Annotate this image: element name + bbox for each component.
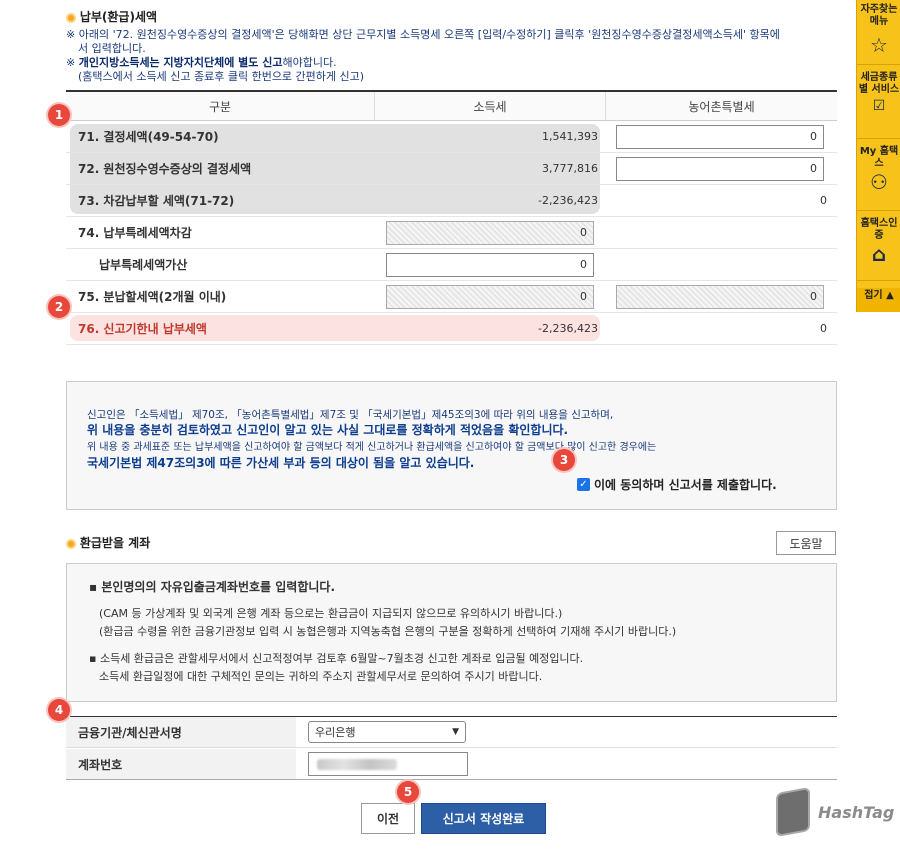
table-row: 75. 분납할세액(2개월 이내) 0 0: [66, 281, 837, 313]
complete-button[interactable]: 신고서 작성완료: [421, 803, 546, 834]
chevron-down-icon: ▼: [452, 727, 459, 737]
step-badge: 2: [48, 296, 70, 318]
bank-cell: 우리은행 ▼: [296, 717, 466, 747]
rural-tax-value: 0: [820, 194, 827, 207]
step-badge: 4: [48, 699, 70, 721]
prev-button[interactable]: 이전: [361, 803, 415, 834]
section-title-refund: 환급받을 계좌: [66, 534, 150, 551]
income-tax-input[interactable]: 0: [386, 252, 594, 277]
income-cell: 0: [374, 217, 606, 248]
declaration-line: 신고인은 「소득세법」 제70조, 「농어촌특별세법」제7조 및 「국세기본법」…: [87, 409, 614, 421]
info-line: 소득세 환급일정에 대한 구체적인 문의는 귀하의 주소지 관할세무서로 문의하…: [99, 670, 543, 683]
rural-tax-value: [606, 249, 837, 280]
account-row: 계좌번호: [66, 749, 837, 780]
person-icon: ⚇: [870, 170, 888, 194]
table-row: 76. 신고기한내 납부세액 -2,236,423 0: [66, 313, 837, 345]
quick-menu-sidebar: 자주찾는 메뉴 ☆ 세금종류별 서비스 ☑ My 홈택스 ⚇ 홈택스인증 ⌂ 접…: [856, 0, 900, 312]
agree-row[interactable]: ✓ 이에 동의하며 신고서를 제출합니다.: [577, 476, 777, 493]
agree-checkbox[interactable]: ✓: [577, 478, 590, 491]
step-badge: 5: [397, 781, 419, 803]
table-row: 73. 차감납부할 세액(71-72) -2,236,423 0: [66, 185, 837, 217]
account-cell: [296, 749, 468, 779]
header-category: 구분: [208, 99, 232, 114]
sidebar-item-my-hometax[interactable]: My 홈택스 ⚇: [857, 146, 900, 194]
help-button[interactable]: 도움말: [776, 531, 836, 555]
declaration-box: 신고인은 「소득세법」 제70조, 「농어촌특별세법」제7조 및 「국세기본법」…: [66, 381, 837, 510]
rural-tax-value: 0: [820, 322, 827, 335]
rural-tax-input-disabled: 0: [616, 284, 824, 309]
info-line: (환급금 수령을 위한 금융기관정보 입력 시 농협은행과 지역농축협 은행의 …: [99, 625, 677, 638]
declaration-line: 국세기본법 제47조의3에 따른 가산세 부과 등의 대상이 됨을 알고 있습니…: [87, 456, 475, 470]
bank-row: 금융기관/체신관서명 우리은행 ▼: [66, 717, 837, 748]
row-label: 71. 결정세액(49-54-70): [78, 130, 219, 144]
declaration-line: 위 내용을 충분히 검토하였고 신고인이 알고 있는 사실 그대로를 정확하게 …: [87, 423, 569, 437]
table-row: 72. 원천징수영수증상의 결정세액 3,777,816 0: [66, 153, 837, 185]
sidebar-item-favorites[interactable]: 자주찾는 메뉴 ☆: [857, 4, 900, 56]
rural-tax-value: [606, 217, 837, 248]
row-label: 납부특례세액가산: [99, 258, 188, 272]
account-label: 계좌번호: [66, 749, 296, 779]
table-row: 납부특례세액가산 0: [66, 249, 837, 281]
notice-line: 서 입력합니다.: [78, 42, 146, 55]
rural-cell: 0: [606, 153, 837, 184]
header-income-tax: 소득세: [374, 92, 606, 120]
bullet-icon: [66, 12, 76, 23]
notice-line: (홈택스에서 소득세 신고 종료후 클릭 한번으로 간편하게 신고): [78, 70, 365, 83]
row-label: 76. 신고기한내 납부세액: [78, 322, 207, 336]
watermark: HashTag: [776, 787, 894, 837]
refund-info-box: ▪ 본인명의의 자유입출금계좌번호를 입력합니다. (CAM 등 가상계좌 및 …: [66, 563, 837, 702]
sidebar-item-tax-services[interactable]: 세금종류별 서비스 ☑: [857, 72, 900, 114]
row-label: 72. 원천징수영수증상의 결정세액: [78, 162, 252, 176]
rural-tax-input[interactable]: 0: [616, 124, 824, 149]
income-tax-value: 1,541,393: [542, 130, 598, 143]
row-label: 73. 차감납부할 세액(71-72): [78, 194, 235, 208]
header-rural-tax: 농어촌특별세: [688, 99, 755, 114]
account-input[interactable]: [308, 752, 468, 776]
house-icon: ⌂: [871, 242, 887, 266]
income-tax-value: -2,236,423: [538, 194, 598, 207]
table-row: 71. 결정세액(49-54-70) 1,541,393 0: [66, 121, 837, 153]
step-badge: 1: [48, 104, 70, 126]
table-row: 74. 납부특례세액차감 0: [66, 217, 837, 249]
row-label: 74. 납부특례세액차감: [78, 226, 192, 240]
bank-label: 금융기관/체신관서명: [66, 717, 296, 747]
income-tax-value: 3,777,816: [542, 162, 598, 175]
info-line: ▪ 소득세 환급금은 관할세무서에서 신고적정여부 검토후 6월말~7월초경 신…: [89, 652, 584, 665]
hashtag-logo-icon: [776, 787, 810, 837]
income-cell: 0: [374, 249, 606, 280]
info-title: ▪ 본인명의의 자유입출금계좌번호를 입력합니다.: [89, 580, 336, 594]
bullet-icon: [66, 538, 76, 549]
income-tax-input-disabled: 0: [386, 284, 594, 309]
agree-label[interactable]: 이에 동의하며 신고서를 제출합니다.: [594, 476, 777, 493]
info-line: (CAM 등 가상계좌 및 외국계 은행 계좌 등으로는 환급금이 지급되지 않…: [99, 607, 563, 620]
step-badge: 3: [553, 449, 575, 471]
income-cell: 0: [374, 281, 606, 312]
checkbox-icon: ☑: [872, 98, 886, 114]
star-icon: ☆: [870, 33, 888, 57]
bank-select[interactable]: 우리은행 ▼: [308, 721, 466, 743]
income-tax-input-disabled: 0: [386, 220, 594, 245]
rural-cell: 0: [606, 121, 837, 152]
blurred-account-number: [317, 759, 397, 770]
sidebar-item-certificate[interactable]: 홈택스인증 ⌂: [857, 218, 900, 266]
bank-select-value: 우리은행: [315, 726, 356, 739]
notice-line: ※ 아래의 '72. 원천징수영수증상의 결정세액'은 당해화면 상단 근무지별…: [66, 28, 780, 41]
rural-tax-input[interactable]: 0: [616, 156, 824, 181]
rural-cell: 0: [606, 281, 837, 312]
income-tax-value: -2,236,423: [538, 322, 598, 335]
row-label: 75. 분납할세액(2개월 이내): [78, 290, 227, 304]
section-title-payment: 납부(환급)세액: [66, 8, 157, 25]
notice-block: ※ 아래의 '72. 원천징수영수증상의 결정세액'은 당해화면 상단 근무지별…: [66, 28, 846, 84]
sidebar-fold-button[interactable]: 접기 ▲: [857, 288, 900, 312]
notice-line: ※ 개인지방소득세는 지방자치단체에 별도 신고해야합니다.: [66, 56, 337, 69]
tax-table-header: 구분 소득세 농어촌특별세: [66, 90, 837, 121]
